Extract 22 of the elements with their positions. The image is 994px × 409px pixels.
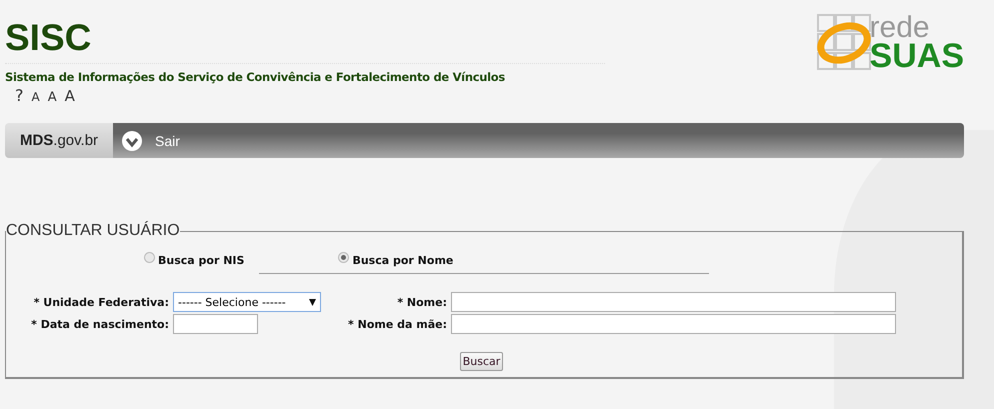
- search-mode-radio[interactable]: Busca por NIS: [144, 254, 244, 267]
- field-label: * Data de nascimento:: [30, 318, 169, 330]
- field-label: * Nome da mãe:: [347, 318, 447, 330]
- logout-link[interactable]: Sair: [153, 132, 180, 148]
- app-title: SISC: [5, 18, 605, 64]
- search-button[interactable]: Buscar: [460, 352, 504, 371]
- input-field[interactable]: [451, 292, 896, 312]
- input-field[interactable]: [173, 314, 258, 334]
- font-size-link[interactable]: A: [32, 90, 40, 104]
- search-mode-radio[interactable]: Busca por Nome: [338, 254, 454, 267]
- dropdown-arrow-icon: [309, 298, 316, 306]
- state-dropdown[interactable]: ------ Selecione ------: [173, 292, 321, 312]
- chevron-down-icon: [121, 130, 143, 152]
- font-size-link[interactable]: A: [64, 87, 75, 105]
- panel-legend: CONSULTAR USUÁRIO: [6, 222, 180, 240]
- app-subtitle: Sistema de Informações do Serviço de Convivência e Fortalecimento de Vínculos: [5, 70, 506, 84]
- field-label: * Unidade Federativa:: [32, 296, 169, 308]
- help-link[interactable]: ?: [15, 86, 24, 105]
- site-link[interactable]: MDS.gov.br: [5, 123, 113, 158]
- font-size-link[interactable]: A: [48, 90, 57, 105]
- input-field[interactable]: [451, 314, 896, 334]
- field-label: * Nome:: [396, 296, 447, 308]
